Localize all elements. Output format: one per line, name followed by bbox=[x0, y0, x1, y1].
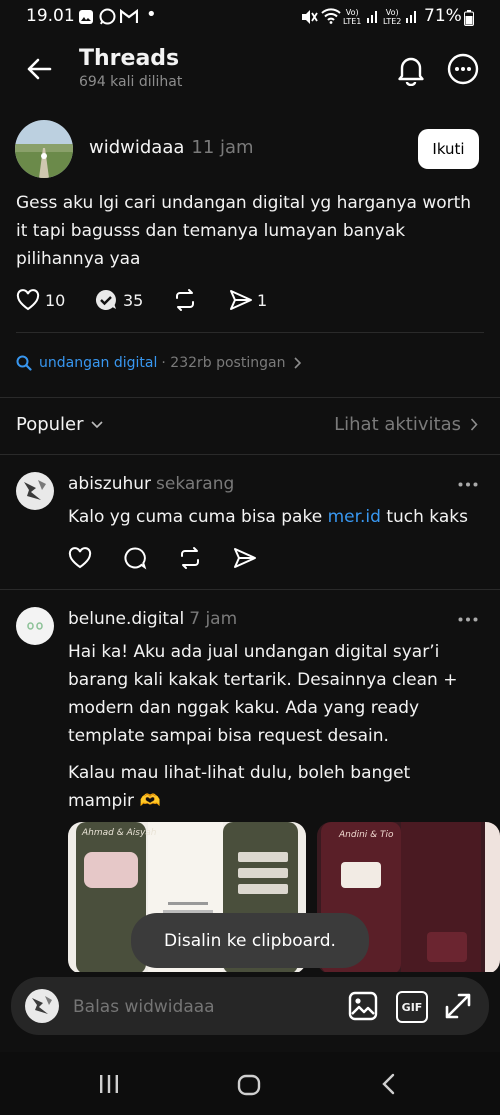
reply-icon[interactable] bbox=[94, 288, 118, 312]
reply-text-2: Kalau mau lihat-lihat dulu, boleh banget… bbox=[68, 763, 411, 811]
reply-author-name[interactable]: belune.digital bbox=[68, 609, 184, 629]
like-icon[interactable] bbox=[68, 547, 92, 569]
chevron-right-icon bbox=[293, 357, 302, 369]
reply-avatar[interactable] bbox=[16, 607, 54, 645]
reply-author-name[interactable]: abiszuhur bbox=[68, 474, 151, 494]
back-arrow-icon[interactable] bbox=[26, 56, 52, 82]
reply-link[interactable]: mer.id bbox=[328, 507, 381, 527]
view-activity-link[interactable]: Lihat aktivitas bbox=[334, 414, 478, 435]
home-icon[interactable] bbox=[237, 1074, 261, 1096]
reply-text: Kalo yg cuma cuma bisa pake mer.id tuch … bbox=[68, 507, 468, 527]
post-text: Gess aku lgi cari undangan digital yg ha… bbox=[16, 193, 472, 269]
reply-author-line: belune.digital 7 jam bbox=[68, 609, 237, 629]
whatsapp-notif-icon bbox=[99, 8, 116, 25]
post-author-avatar[interactable] bbox=[15, 120, 73, 178]
signal-bars-2-icon bbox=[405, 8, 419, 24]
signal-lte2-label: Vo) LTE2 bbox=[383, 8, 402, 26]
card-title: Ahmad & Aisyah bbox=[82, 828, 157, 838]
reply-icon[interactable] bbox=[123, 546, 147, 570]
divider bbox=[0, 454, 500, 455]
topic-post-count: · 232rb postingan bbox=[161, 355, 286, 371]
post-author-name[interactable]: widwidaaa bbox=[89, 137, 184, 158]
back-nav-icon[interactable] bbox=[381, 1073, 395, 1095]
reply-count: 35 bbox=[123, 291, 144, 310]
reply-avatar[interactable] bbox=[16, 472, 54, 510]
like-count: 10 bbox=[45, 291, 66, 310]
wifi-icon bbox=[321, 8, 341, 24]
sort-label: Populer bbox=[16, 414, 84, 435]
reply-more-icon[interactable] bbox=[458, 617, 478, 622]
view-count: 694 kali dilihat bbox=[79, 74, 183, 90]
card-title: Andini & Tio bbox=[339, 830, 394, 840]
like-icon[interactable] bbox=[16, 289, 40, 311]
bell-icon[interactable] bbox=[396, 54, 426, 86]
more-notif-dot: • bbox=[146, 4, 157, 25]
section-divider bbox=[0, 397, 500, 398]
divider bbox=[0, 589, 500, 590]
view-activity-label: Lihat aktivitas bbox=[334, 414, 461, 435]
gif-button[interactable]: GIF bbox=[396, 991, 428, 1023]
gallery-notif-icon bbox=[78, 9, 94, 25]
signal-lte1-label: Vo) LTE1 bbox=[343, 8, 362, 26]
post-author-line: widwidaaa 11 jam bbox=[89, 137, 254, 158]
clipboard-toast: Disalin ke clipboard. bbox=[131, 913, 369, 968]
reply-more-icon[interactable] bbox=[458, 482, 478, 487]
topic-tag-link[interactable]: undangan digital · 232rb postingan bbox=[16, 355, 302, 371]
expand-icon[interactable] bbox=[443, 991, 473, 1021]
share-count: 1 bbox=[257, 291, 268, 310]
system-nav-bar bbox=[0, 1052, 500, 1115]
more-options-icon[interactable] bbox=[447, 53, 479, 85]
signal-bars-1-icon bbox=[366, 8, 380, 24]
chevron-down-icon bbox=[90, 420, 103, 429]
reply-bar: GIF bbox=[11, 977, 489, 1035]
reply-time: sekarang bbox=[156, 474, 235, 494]
topic-tag-label: undangan digital bbox=[39, 355, 158, 371]
reply-author-line: abiszuhur sekarang bbox=[68, 474, 234, 494]
chevron-right-icon bbox=[470, 418, 478, 431]
repost-icon[interactable] bbox=[178, 546, 202, 570]
follow-button[interactable]: Ikuti bbox=[418, 129, 479, 169]
reply-input[interactable] bbox=[71, 991, 335, 1023]
page-title: Threads bbox=[79, 46, 180, 71]
sort-dropdown[interactable]: Populer bbox=[16, 414, 103, 435]
reply-text: Hai ka! Aku ada jual undangan digital sy… bbox=[68, 642, 458, 746]
image-attach-icon[interactable] bbox=[348, 991, 378, 1021]
my-avatar bbox=[25, 989, 59, 1023]
reply-time: 7 jam bbox=[189, 609, 238, 629]
recent-apps-icon[interactable] bbox=[98, 1074, 120, 1094]
share-icon[interactable] bbox=[233, 547, 257, 569]
share-icon[interactable] bbox=[229, 289, 253, 311]
repost-icon[interactable] bbox=[173, 288, 197, 312]
gmail-notif-icon bbox=[120, 9, 138, 24]
status-time: 19.01 bbox=[26, 6, 75, 26]
search-icon bbox=[16, 355, 32, 371]
status-bar: 19.01 • Vo) LTE1 Vo) LTE2 71% bbox=[0, 0, 500, 34]
battery-percent: 71% bbox=[424, 6, 462, 26]
battery-icon bbox=[464, 10, 474, 26]
mute-icon bbox=[300, 8, 318, 26]
post-time: 11 jam bbox=[191, 137, 254, 158]
divider bbox=[16, 332, 484, 333]
